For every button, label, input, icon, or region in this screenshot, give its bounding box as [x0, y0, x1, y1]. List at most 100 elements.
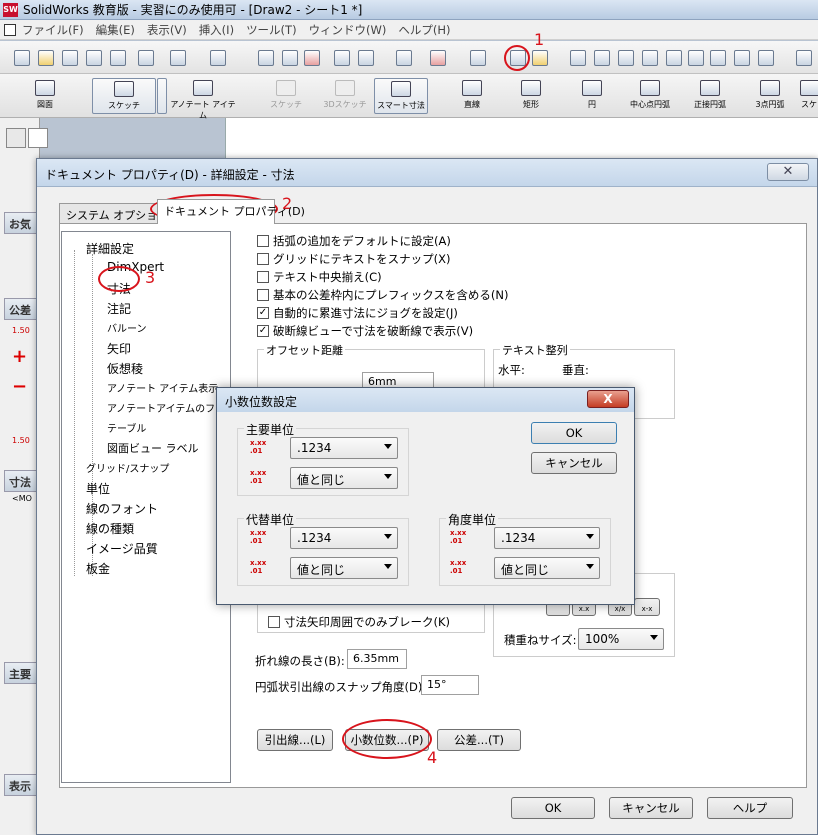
select-icon[interactable]	[258, 50, 274, 66]
sub-cancel-button[interactable]: キャンセル	[531, 452, 617, 474]
render-icon[interactable]	[430, 50, 446, 66]
menu-help[interactable]: ヘルプ(H)	[398, 22, 450, 38]
tree-item-line-font[interactable]: 線のフォント	[86, 500, 158, 517]
view-icon[interactable]	[470, 50, 486, 66]
rotate-icon[interactable]	[688, 50, 704, 66]
tb-center-arc-button[interactable]: 中心点円弧	[624, 78, 676, 114]
menu-edit[interactable]: 編集(E)	[96, 22, 135, 38]
tolerance-header[interactable]: 公差	[4, 298, 40, 320]
menu-window[interactable]: ウィンドウ(W)	[309, 22, 387, 38]
tb-3dsketch-button[interactable]: 3Dスケッチ	[320, 78, 370, 114]
property-manager-tab[interactable]	[28, 128, 48, 148]
tree-item-notes[interactable]: 注記	[107, 300, 131, 317]
tree-item-grid-snap[interactable]: グリッド/スナップ	[86, 460, 169, 475]
primary-header[interactable]: 主要	[4, 662, 40, 684]
angle-precision-select[interactable]: .1234	[494, 527, 600, 549]
tb-sketch2-button[interactable]: スケッチ	[266, 78, 306, 114]
smart-mate-icon[interactable]	[396, 50, 412, 66]
tree-item-line-style[interactable]: 線の種類	[86, 520, 134, 537]
tb-line-button[interactable]: 直線	[455, 78, 489, 114]
drawing-area[interactable]	[225, 118, 818, 163]
print-icon[interactable]	[86, 50, 102, 66]
tree-item-balloons[interactable]: バルーン	[107, 320, 147, 335]
open-file-icon[interactable]	[38, 50, 54, 66]
dimension-text-box[interactable]: <MO	[12, 494, 32, 503]
menu-file[interactable]: ファイル(F)	[22, 22, 84, 38]
primary-tolerance-select[interactable]: 値と同じ	[290, 467, 398, 489]
tb-sketch-button[interactable]: スケッチ	[92, 78, 156, 114]
zoom-in-icon[interactable]	[618, 50, 634, 66]
stack-size-select[interactable]: 100%	[578, 628, 664, 650]
alt-precision-select[interactable]: .1234	[290, 527, 398, 549]
help-icon[interactable]	[532, 50, 548, 66]
tree-item-image-quality[interactable]: イメージ品質	[86, 540, 158, 557]
check-include-prefix[interactable]: 基本の公差枠内にプレフィックスを含める(N)	[257, 287, 509, 303]
tb-tangent-arc-button[interactable]: 正接円弧	[688, 78, 732, 114]
dialog-ok-button[interactable]: OK	[511, 797, 595, 819]
stack-style-4-button[interactable]: x-x	[634, 598, 660, 616]
check-broken-view[interactable]: ✓ 破断線ビューで寸法を破断線で表示(V)	[257, 323, 473, 339]
menu-tools[interactable]: ツール(T)	[246, 22, 297, 38]
tree-item-view-labels[interactable]: 図面ビュー ラベル	[107, 440, 199, 456]
save-icon[interactable]	[62, 50, 78, 66]
select-filter-icon[interactable]	[282, 50, 298, 66]
bent-leader-length-input[interactable]: 6.35mm	[347, 649, 407, 669]
tab-system-options[interactable]: システム オプション(S)	[59, 203, 184, 223]
grid-icon[interactable]	[334, 50, 350, 66]
tree-item-sheet-metal[interactable]: 板金	[86, 560, 110, 577]
zoom-area-icon[interactable]	[594, 50, 610, 66]
arc-snap-angle-input[interactable]: 15°	[421, 675, 479, 695]
leader-button[interactable]: 引出線...(L)	[257, 729, 333, 751]
alt-tolerance-select[interactable]: 値と同じ	[290, 557, 398, 579]
tb-rectangle-button[interactable]: 矩形	[514, 78, 548, 114]
check-add-parentheses[interactable]: 括弧の追加をデフォルトに設定(A)	[257, 233, 451, 249]
undo-icon[interactable]	[170, 50, 186, 66]
edit-icon[interactable]	[138, 50, 154, 66]
redo-icon[interactable]	[210, 50, 226, 66]
plus-icon[interactable]: +	[12, 346, 27, 367]
zoom-previous-icon[interactable]	[642, 50, 658, 66]
zoom-fit-icon[interactable]	[570, 50, 586, 66]
check-break-around-arrows[interactable]: 寸法矢印周囲でのみブレーク(K)	[268, 614, 450, 630]
favorites-header[interactable]: お気	[4, 212, 40, 234]
check-snap-text-grid[interactable]: グリッドにテキストをスナップ(X)	[257, 251, 451, 267]
layer-icon[interactable]	[358, 50, 374, 66]
minus-icon[interactable]: −	[12, 376, 27, 397]
tb-smart-dimension-button[interactable]: スマート寸法	[374, 78, 428, 114]
tree-item-units[interactable]: 単位	[86, 480, 110, 497]
angle-tolerance-select[interactable]: 値と同じ	[494, 557, 600, 579]
rebuild-icon[interactable]	[304, 50, 320, 66]
dialog-close-button[interactable]: ✕	[767, 163, 809, 181]
tb-circle-button[interactable]: 円	[576, 78, 608, 114]
tb-annotation-button[interactable]: アノテート アイテム	[170, 78, 236, 120]
tree-item-annotation-display[interactable]: アノテート アイテム表示	[107, 380, 218, 395]
menu-insert[interactable]: 挿入(I)	[199, 22, 234, 38]
dialog-help-button[interactable]: ヘルプ	[707, 797, 793, 819]
check-center-text[interactable]: テキスト中央揃え(C)	[257, 269, 382, 285]
new-file-icon[interactable]	[14, 50, 30, 66]
display-header[interactable]: 表示	[4, 774, 40, 796]
tab-document-properties[interactable]: ドキュメント プロパティ(D)	[157, 199, 305, 224]
tree-item-detailing[interactable]: 詳細設定	[86, 240, 134, 257]
display-style-icon[interactable]	[734, 50, 750, 66]
view-orientation-icon[interactable]	[758, 50, 774, 66]
system-menu-icon[interactable]	[4, 23, 16, 36]
tb-sketch-more-button[interactable]: スケ	[800, 78, 818, 114]
zoom-out-icon[interactable]	[666, 50, 682, 66]
check-auto-jog[interactable]: ✓ 自動的に累進寸法にジョグを設定(J)	[257, 305, 458, 321]
tb-drawing-button[interactable]: 図面	[24, 78, 66, 114]
sub-dialog-close-button[interactable]: X	[587, 390, 629, 408]
print-preview-icon[interactable]	[110, 50, 126, 66]
dimension-header[interactable]: 寸法	[4, 470, 40, 492]
feature-tree-tab[interactable]	[6, 128, 26, 148]
tree-item-virtual-sharps[interactable]: 仮想稜	[107, 360, 143, 377]
tree-item-tables[interactable]: テーブル	[107, 420, 146, 435]
sub-ok-button[interactable]: OK	[531, 422, 617, 444]
tb-sketch-dropdown[interactable]	[157, 78, 167, 114]
pan-icon[interactable]	[710, 50, 726, 66]
tolerance-button[interactable]: 公差...(T)	[437, 729, 521, 751]
menu-view[interactable]: 表示(V)	[147, 22, 187, 38]
primary-precision-select[interactable]: .1234	[290, 437, 398, 459]
section-view-icon[interactable]	[796, 50, 812, 66]
tree-item-arrows[interactable]: 矢印	[107, 340, 131, 357]
